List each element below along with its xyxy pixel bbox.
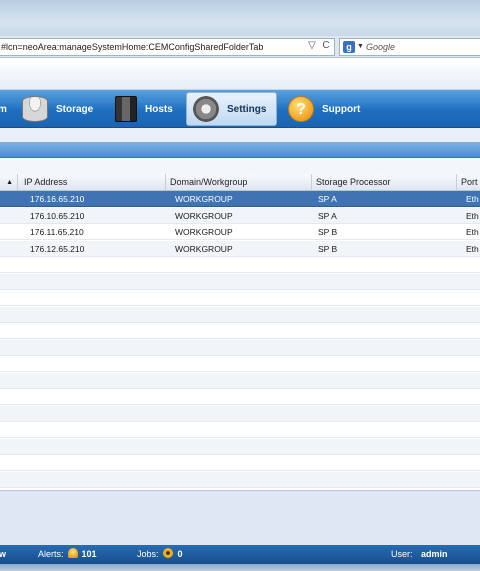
cell-port: Eth (466, 210, 479, 221)
empty-row (0, 323, 480, 339)
status-bar: w Alerts: 101 Jobs: 0 User: admin (0, 545, 480, 564)
search-input[interactable]: g ▼ Google (339, 38, 480, 56)
panel-tabstrip (0, 142, 480, 158)
address-bar[interactable]: #lcn=neoArea:manageSystemHome:CEMConfigS… (0, 38, 335, 56)
cell-domain: WORKGROUP (175, 194, 233, 204)
cell-port: Eth (466, 227, 479, 237)
table-row[interactable]: 176.11.65.210 WORKGROUP SP B Eth (0, 224, 480, 240)
empty-row (0, 257, 480, 273)
nav-item-system[interactable]: m (0, 92, 12, 126)
nav-item-label: Settings (227, 103, 267, 115)
empty-row (0, 405, 480, 422)
cell-sp: SP B (318, 243, 338, 254)
support-icon: ? (288, 96, 314, 122)
table-row[interactable]: 176.16.65.210 WORKGROUP SP A Eth (0, 191, 480, 207)
empty-row (0, 471, 480, 488)
column-header-port[interactable]: Port (457, 174, 480, 191)
nav-item-label: Storage (56, 103, 94, 115)
user-label: User: (391, 549, 413, 559)
empty-row (0, 455, 480, 471)
jobs-label: Jobs: (137, 549, 159, 559)
browser-toolbar: #lcn=neoArea:manageSystemHome:CEMConfigS… (0, 36, 480, 58)
cell-sp: SP B (318, 227, 338, 237)
cell-ip: 176.16.65.210 (30, 194, 85, 204)
cell-sp: SP A (318, 210, 337, 221)
table-row[interactable]: 176.10.65.210 WORKGROUP SP A Eth (0, 207, 480, 224)
cell-domain: WORKGROUP (175, 210, 233, 221)
nav-item-label: m (0, 103, 7, 115)
google-icon[interactable]: g (343, 41, 355, 53)
window-bottom-edge (0, 564, 480, 571)
column-header-ip-address[interactable]: IP Address (18, 174, 166, 191)
cell-ip: 176.11.65.210 (30, 227, 84, 237)
nav-item-label: Support (322, 103, 361, 115)
nav-item-storage[interactable]: Storage (22, 92, 106, 126)
empty-row (0, 306, 480, 323)
cell-ip: 176.12.65.210 (30, 243, 85, 254)
empty-row (0, 339, 480, 356)
empty-row (0, 356, 480, 372)
alerts-label: Alerts: (38, 549, 64, 559)
app-header-band (0, 58, 480, 90)
gear-icon (193, 96, 219, 122)
empty-row (0, 273, 480, 290)
column-header-storage-processor[interactable]: Storage Processor (312, 174, 457, 191)
shared-folder-table: ▲ IP Address Domain/Workgroup Storage Pr… (0, 174, 480, 491)
address-text: #lcn=neoArea:manageSystemHome:CEMConfigS… (1, 42, 264, 52)
alerts-indicator[interactable]: Alerts: 101 (38, 545, 97, 564)
empty-row (0, 438, 480, 455)
search-engine-dropdown-icon[interactable]: ▼ (357, 39, 364, 55)
main-nav: m Storage Hosts Settings ? Support (0, 90, 480, 128)
column-header-domain[interactable]: Domain/Workgroup (166, 174, 312, 191)
nav-item-support[interactable]: ? Support (288, 92, 378, 126)
content-footer (0, 491, 480, 545)
empty-row (0, 290, 480, 306)
jobs-icon (162, 548, 173, 558)
jobs-indicator[interactable]: Jobs: 0 (137, 545, 183, 564)
table-row[interactable]: 176.12.65.210 WORKGROUP SP B Eth (0, 240, 480, 257)
history-dropdown-icon[interactable]: ▽ (306, 38, 318, 54)
alerts-count: 101 (81, 549, 97, 559)
user-name: admin (421, 549, 448, 559)
jobs-count: 0 (177, 549, 183, 559)
nav-item-settings[interactable]: Settings (186, 92, 277, 126)
nav-item-hosts[interactable]: Hosts (115, 92, 181, 126)
sort-asc-icon[interactable]: ▲ (0, 174, 18, 191)
empty-row (0, 422, 480, 438)
toolbar-area (0, 158, 480, 174)
search-placeholder: Google (366, 42, 396, 52)
nav-item-label: Hosts (145, 103, 173, 115)
bell-icon (67, 548, 78, 558)
hosts-icon (115, 96, 137, 122)
cell-sp: SP A (318, 194, 337, 204)
cell-port: Eth (466, 243, 479, 254)
cell-domain: WORKGROUP (175, 243, 233, 254)
cell-domain: WORKGROUP (175, 227, 233, 237)
reload-icon[interactable]: C (320, 38, 332, 54)
table-header: ▲ IP Address Domain/Workgroup Storage Pr… (0, 174, 480, 191)
cell-ip: 176.10.65.210 (30, 210, 85, 221)
sub-navigation (0, 128, 480, 142)
window-titlebar (0, 0, 480, 36)
storage-icon (22, 96, 48, 122)
cell-port: Eth (466, 194, 479, 204)
empty-row (0, 389, 480, 405)
status-left-fragment: w (0, 549, 7, 559)
user-indicator[interactable]: User: admin (391, 545, 448, 564)
empty-row (0, 372, 480, 389)
